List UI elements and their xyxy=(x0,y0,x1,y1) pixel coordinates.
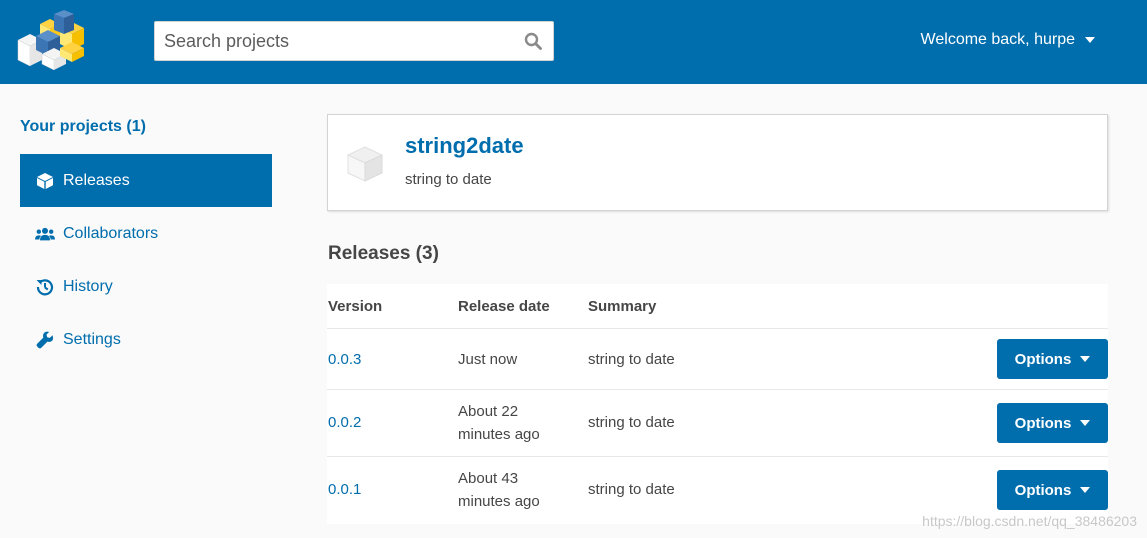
column-header-release-date: Release date xyxy=(458,298,550,315)
project-name-link[interactable]: string2date xyxy=(405,133,524,159)
options-button[interactable]: Options xyxy=(997,403,1108,443)
sidebar: Your projects (1) Releases Collaborators… xyxy=(20,114,272,366)
caret-down-icon xyxy=(1080,487,1091,493)
history-icon xyxy=(35,277,55,297)
caret-down-icon xyxy=(1080,356,1091,362)
sidebar-item-label: History xyxy=(63,277,113,295)
column-header-version: Version xyxy=(328,298,383,315)
caret-down-icon xyxy=(1080,420,1091,426)
table-header-row: Version Release date Summary xyxy=(327,284,1108,329)
options-button-label: Options xyxy=(1014,481,1072,499)
column-header-summary: Summary xyxy=(588,298,657,315)
release-date: About 22 minutes ago xyxy=(458,403,540,443)
sidebar-nav: Releases Collaborators History Settings xyxy=(20,154,272,366)
sidebar-item-releases[interactable]: Releases xyxy=(20,154,272,207)
version-link[interactable]: 0.0.1 xyxy=(328,478,361,501)
box-icon xyxy=(35,171,55,191)
pypi-logo[interactable] xyxy=(16,10,86,70)
project-card: string2date string to date xyxy=(327,114,1108,211)
options-button-label: Options xyxy=(1014,414,1072,432)
options-button[interactable]: Options xyxy=(997,339,1108,379)
sidebar-item-label: Settings xyxy=(63,330,121,348)
sidebar-item-history[interactable]: History xyxy=(20,260,272,313)
version-link[interactable]: 0.0.2 xyxy=(328,411,361,434)
package-icon xyxy=(346,146,384,182)
caret-down-icon xyxy=(1085,37,1095,43)
version-link[interactable]: 0.0.3 xyxy=(328,348,361,371)
options-button-label: Options xyxy=(1014,350,1072,368)
release-date: Just now xyxy=(458,351,518,368)
releases-table: Version Release date Summary 0.0.3 Just … xyxy=(327,284,1108,524)
releases-heading: Releases (3) xyxy=(328,243,439,264)
watermark: https://blog.csdn.net/qq_38486203 xyxy=(922,513,1137,529)
top-header: Welcome back, hurpe xyxy=(0,0,1147,84)
release-summary: string to date xyxy=(588,351,675,368)
options-button[interactable]: Options xyxy=(997,470,1108,510)
search-box xyxy=(154,21,554,61)
wrench-icon xyxy=(35,330,55,350)
project-description: string to date xyxy=(405,171,492,188)
table-row: 0.0.2 About 22 minutes ago string to dat… xyxy=(327,390,1108,457)
sidebar-item-label: Releases xyxy=(63,171,130,189)
release-summary: string to date xyxy=(588,414,675,431)
sidebar-item-settings[interactable]: Settings xyxy=(20,313,272,366)
user-menu-label: Welcome back, hurpe xyxy=(920,31,1075,48)
search-icon xyxy=(524,32,542,50)
sidebar-title[interactable]: Your projects (1) xyxy=(20,114,272,140)
table-row: 0.0.3 Just now string to date Options xyxy=(327,329,1108,390)
users-icon xyxy=(35,224,55,244)
search-button[interactable] xyxy=(513,22,553,60)
user-menu[interactable]: Welcome back, hurpe xyxy=(921,28,1095,52)
sidebar-item-collaborators[interactable]: Collaborators xyxy=(20,207,272,260)
release-summary: string to date xyxy=(588,481,675,498)
search-input[interactable] xyxy=(155,22,515,60)
release-date: About 43 minutes ago xyxy=(458,470,540,510)
sidebar-item-label: Collaborators xyxy=(63,224,159,242)
